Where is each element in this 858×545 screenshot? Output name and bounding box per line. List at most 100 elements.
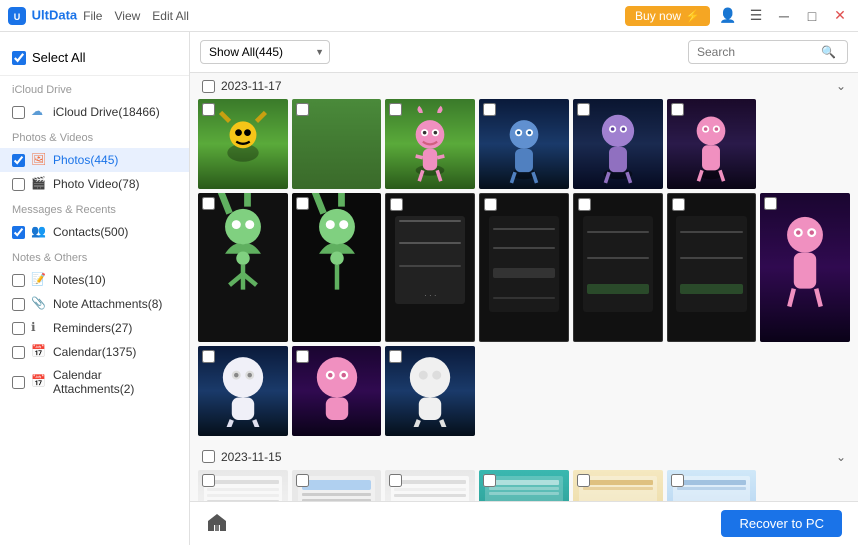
photos-checkbox[interactable]	[12, 154, 25, 167]
thumb-checkbox[interactable]	[390, 198, 403, 211]
thumb-checkbox[interactable]	[296, 197, 309, 210]
select-all-checkbox[interactable]	[12, 51, 26, 65]
icloud-drive-checkbox[interactable]	[12, 106, 25, 119]
notes-label: Notes(10)	[53, 273, 177, 287]
photo-thumb[interactable]	[667, 470, 757, 501]
sidebar-item-note-attachments[interactable]: 📎 Note Attachments(8)	[0, 292, 189, 316]
sidebar-item-contacts[interactable]: 👥 Contacts(500)	[0, 220, 189, 244]
photo-thumb[interactable]	[760, 193, 850, 343]
thumb-checkbox[interactable]	[484, 198, 497, 211]
section-notes-label: Notes & Others	[0, 244, 189, 268]
reminders-checkbox[interactable]	[12, 322, 25, 335]
filter-select[interactable]: Show All(445) Selected Unselected	[200, 40, 330, 64]
contacts-checkbox[interactable]	[12, 226, 25, 239]
nav-view[interactable]: View	[114, 9, 140, 23]
cal-att-checkbox[interactable]	[12, 376, 25, 389]
thumb-checkbox[interactable]	[202, 474, 215, 487]
minimize-button[interactable]: ─	[774, 6, 794, 26]
close-button[interactable]: ✕	[830, 6, 850, 26]
thumb-checkbox[interactable]	[296, 474, 309, 487]
photo-thumb[interactable]	[385, 470, 475, 501]
photo-thumb[interactable]	[573, 193, 663, 343]
thumb-checkbox[interactable]	[296, 350, 309, 363]
menu-icon[interactable]: ☰	[746, 6, 766, 26]
notes-checkbox[interactable]	[12, 274, 25, 287]
thumb-checkbox[interactable]	[389, 350, 402, 363]
maximize-button[interactable]: □	[802, 6, 822, 26]
sidebar-item-notes[interactable]: 📝 Notes(10)	[0, 268, 189, 292]
calatt-icon: 📅	[31, 374, 47, 390]
screenshot-btn	[493, 268, 555, 278]
photo-thumb[interactable]: · · ·	[385, 193, 475, 343]
select-all-label: Select All	[32, 50, 85, 65]
photo-thumb[interactable]	[292, 193, 382, 343]
date-group-2-checkbox[interactable]	[202, 450, 215, 463]
thumb-checkbox[interactable]	[296, 103, 309, 116]
photo-thumb[interactable]	[198, 99, 288, 189]
thumb-checkbox[interactable]	[764, 197, 777, 210]
sidebar-item-photo-video[interactable]: 🎬 Photo Video(78)	[0, 172, 189, 196]
screenshot-line	[493, 228, 555, 230]
user-icon[interactable]: 👤	[718, 6, 738, 26]
sidebar-item-calendar-attachments[interactable]: 📅 Calendar Attachments(2)	[0, 364, 189, 400]
recover-button[interactable]: Recover to PC	[721, 510, 842, 537]
photo-thumb[interactable]	[573, 470, 663, 501]
titlebar: U UltData File View Edit All Buy now ⚡ 👤…	[0, 0, 858, 32]
sidebar-item-photos[interactable]: 🖼 Photos(445)	[0, 148, 189, 172]
photo-thumb[interactable]	[667, 99, 757, 189]
photo-thumb[interactable]	[292, 99, 382, 189]
photo-thumb[interactable]	[292, 346, 382, 436]
sidebar-item-calendar[interactable]: 📅 Calendar(1375)	[0, 340, 189, 364]
buy-now-button[interactable]: Buy now ⚡	[625, 6, 710, 26]
calendar-checkbox[interactable]	[12, 346, 25, 359]
screenshot-preview	[204, 476, 282, 501]
photo-thumb[interactable]	[667, 193, 757, 343]
photo-area[interactable]: 2023-11-17 ⌄	[190, 73, 858, 501]
icloud-drive-label: iCloud Drive(18466)	[53, 105, 177, 119]
collapse-button-1[interactable]: ⌄	[836, 79, 846, 93]
thumb-checkbox[interactable]	[483, 103, 496, 116]
thumb-checkbox[interactable]	[202, 350, 215, 363]
sidebar-item-icloud-drive[interactable]: ☁ iCloud Drive(18466)	[0, 100, 189, 124]
thumb-checkbox[interactable]	[202, 103, 215, 116]
thumb-checkbox[interactable]	[671, 103, 684, 116]
photo-thumb[interactable]	[198, 470, 288, 501]
thumb-checkbox[interactable]	[389, 103, 402, 116]
photo-thumb[interactable]	[198, 346, 288, 436]
screenshot-text: · · ·	[399, 291, 461, 300]
notes-icon: 📝	[31, 272, 47, 288]
photo-video-checkbox[interactable]	[12, 178, 25, 191]
thumb-checkbox[interactable]	[389, 474, 402, 487]
filter-wrapper: Show All(445) Selected Unselected	[200, 40, 330, 64]
nav-edit-all[interactable]: Edit All	[152, 9, 189, 23]
nav-file[interactable]: File	[83, 9, 102, 23]
buy-now-label: Buy now	[635, 9, 681, 23]
thumb-checkbox[interactable]	[483, 474, 496, 487]
select-all-bar: Select All	[0, 40, 189, 76]
home-button[interactable]	[206, 511, 228, 536]
thumb-checkbox[interactable]	[577, 103, 590, 116]
app-logo-icon: U	[8, 7, 26, 25]
sidebar-item-reminders[interactable]: ℹ Reminders(27)	[0, 316, 189, 340]
photo-thumb[interactable]	[479, 193, 569, 343]
photo-thumb[interactable]	[479, 470, 569, 501]
thumb-checkbox[interactable]	[578, 198, 591, 211]
note-att-checkbox[interactable]	[12, 298, 25, 311]
photo-thumb[interactable]	[573, 99, 663, 189]
screenshot-content	[583, 216, 653, 312]
calendar-label: Calendar(1375)	[53, 345, 177, 359]
search-input[interactable]	[697, 45, 817, 59]
thumb-checkbox[interactable]	[671, 474, 684, 487]
cal-att-label: Calendar Attachments(2)	[53, 368, 177, 396]
date-header-1: 2023-11-17 ⌄	[198, 73, 850, 99]
photo-thumb[interactable]	[479, 99, 569, 189]
thumb-checkbox[interactable]	[202, 197, 215, 210]
date-group-1-checkbox[interactable]	[202, 80, 215, 93]
photo-thumb[interactable]	[198, 193, 288, 343]
collapse-button-2[interactable]: ⌄	[836, 450, 846, 464]
photo-thumb[interactable]	[385, 99, 475, 189]
thumb-checkbox[interactable]	[577, 474, 590, 487]
photo-thumb[interactable]	[292, 470, 382, 501]
thumb-checkbox[interactable]	[672, 198, 685, 211]
photo-thumb[interactable]	[385, 346, 475, 436]
